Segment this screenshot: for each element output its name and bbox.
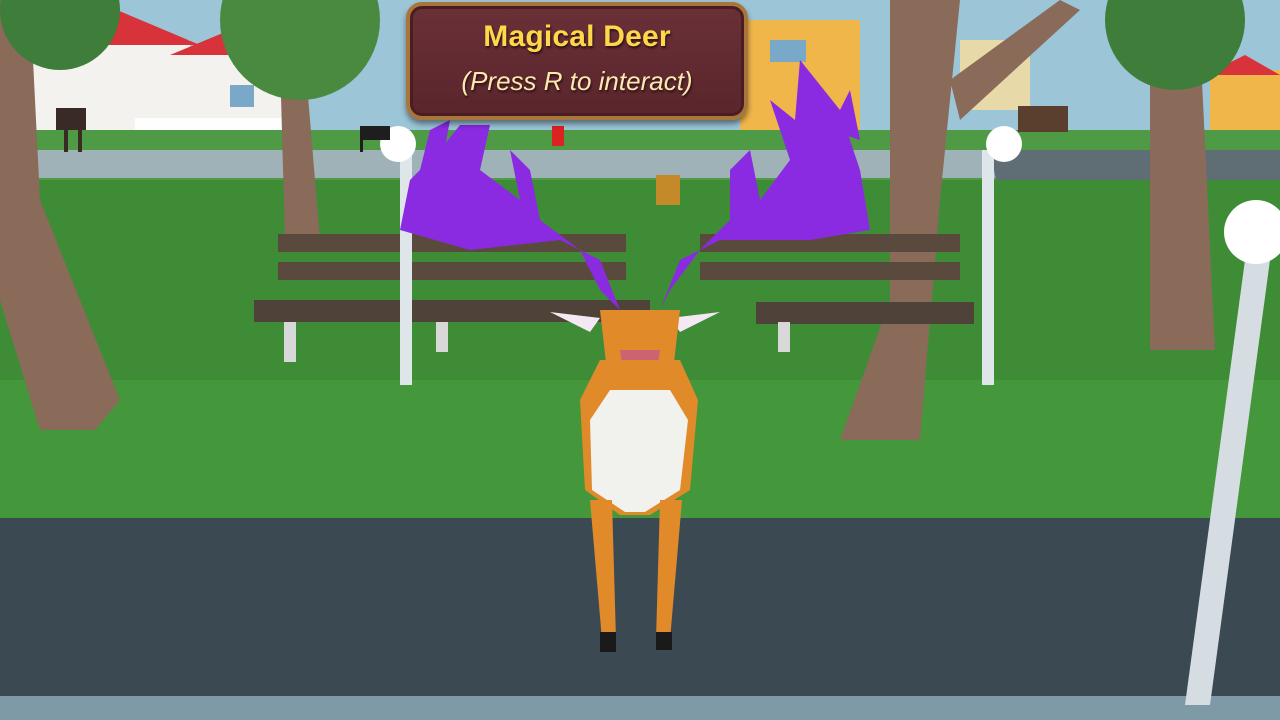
interact-key-hint: (Press R to interact) bbox=[461, 66, 693, 96]
german-shepherd bbox=[656, 175, 680, 205]
curb bbox=[0, 696, 1280, 720]
interaction-prompt-panel: Magical Deer (Press R to interact) bbox=[406, 2, 748, 120]
npc-name-title: Magical Deer bbox=[483, 20, 671, 53]
fire-hydrant bbox=[552, 126, 564, 146]
bear bbox=[1018, 106, 1068, 132]
park-path bbox=[0, 518, 1280, 698]
